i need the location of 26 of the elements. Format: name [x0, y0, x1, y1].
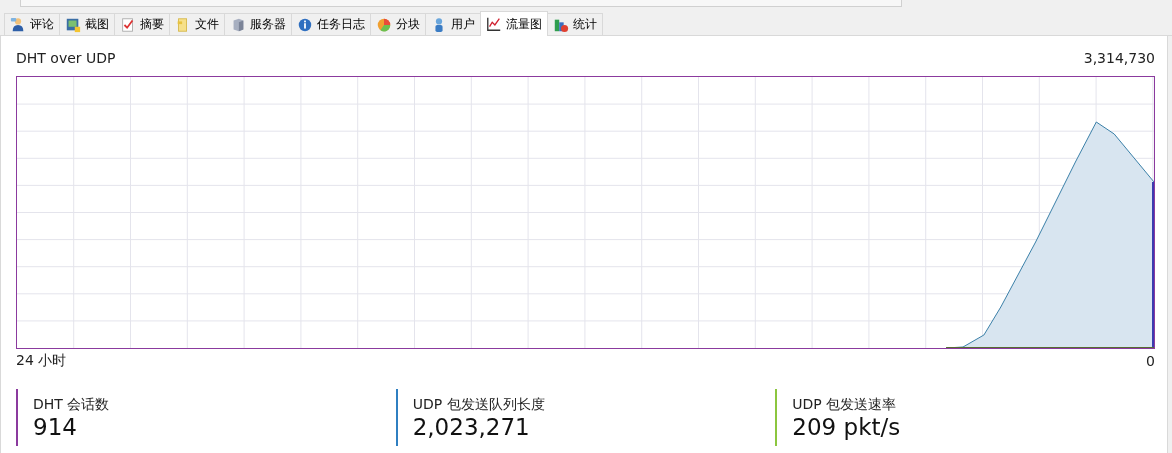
- tab[interactable]: 分块: [370, 13, 426, 35]
- tab[interactable]: 文件: [169, 13, 225, 35]
- tab[interactable]: 评论: [4, 13, 60, 35]
- stat-value: 914: [33, 413, 78, 440]
- stat-label: DHT 会话数: [33, 395, 111, 414]
- stat-label: UDP 包发送队列长度: [412, 395, 546, 414]
- min-value-label: 0: [1146, 353, 1155, 369]
- tab[interactable]: 服务器: [224, 13, 292, 35]
- max-value-label: 3,314,730: [1083, 50, 1155, 66]
- checklist-icon: [120, 16, 136, 33]
- time-span-label: 24 小时: [16, 352, 67, 370]
- tab[interactable]: 统计: [547, 13, 603, 35]
- info-icon: [297, 16, 313, 33]
- stat-value: 2,023,271: [412, 413, 531, 440]
- image-icon: [65, 16, 81, 33]
- person-icon: [10, 16, 26, 33]
- stat-label: UDP 包发送速率: [792, 395, 898, 414]
- graph-title: DHT over UDP: [16, 50, 116, 66]
- pie-chart-icon: [376, 16, 392, 33]
- tab[interactable]: 任务日志: [291, 13, 371, 35]
- stat-value: 209 pkt/s: [792, 413, 902, 440]
- tab[interactable]: 流量图: [480, 11, 548, 36]
- tab[interactable]: 用户: [425, 13, 481, 35]
- tab[interactable]: 截图: [59, 13, 115, 35]
- line-chart-icon: [486, 16, 502, 32]
- tab[interactable]: 摘要: [114, 13, 170, 35]
